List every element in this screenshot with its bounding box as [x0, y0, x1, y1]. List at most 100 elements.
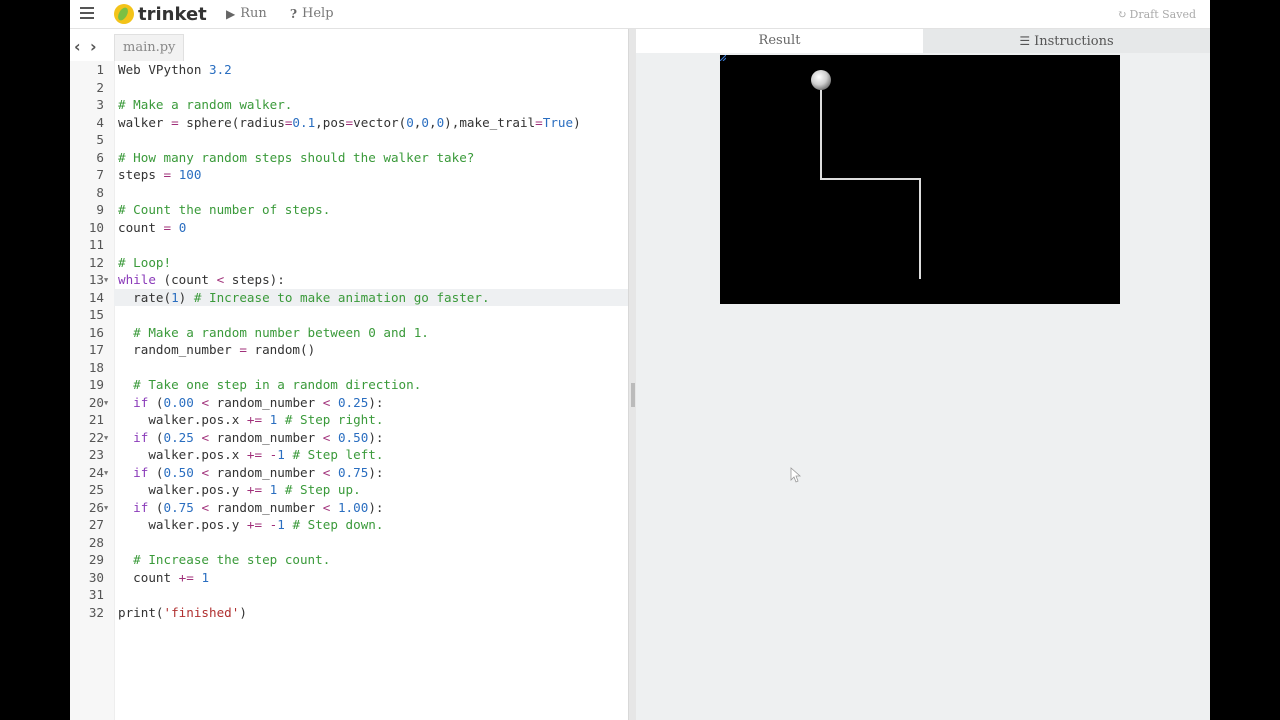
code-line[interactable]: 4 walker = sphere(radius=0.1,pos=vector(0…	[96, 114, 628, 132]
help-button[interactable]: ? Help	[290, 6, 334, 21]
file-tab-main-py[interactable]: main.py	[114, 34, 185, 61]
code-line[interactable]: 12 # Loop!	[89, 254, 628, 272]
code-line[interactable]: 8	[96, 184, 628, 202]
code-token: 0.75	[337, 464, 369, 480]
hamburger-menu-icon[interactable]	[80, 7, 94, 19]
chevron-right-icon[interactable]: ›	[90, 37, 97, 56]
code-text: rate(1) # Increase to make animation go …	[118, 289, 489, 307]
code-line[interactable]: 22 ▼ if (0.25 < random_number < 0.50):	[89, 429, 628, 447]
code-line[interactable]: 25 walker.pos.y += 1 # Step up.	[89, 481, 628, 499]
code-line[interactable]: 5	[96, 131, 628, 149]
code-token: steps	[118, 167, 164, 182]
code-line[interactable]: 16 # Make a random number between 0 and …	[89, 324, 628, 342]
chevron-left-icon[interactable]: ‹	[74, 37, 81, 56]
code-line[interactable]: 13 ▼ while (count < steps):	[89, 271, 628, 289]
code-token: 0	[421, 114, 429, 130]
tab-instructions[interactable]: ☰ Instructions	[923, 29, 1210, 53]
code-token: 0.00	[163, 394, 194, 410]
canvas-resize-handle[interactable]	[720, 55, 726, 61]
code-token: ),make_trail	[444, 114, 536, 130]
code-line[interactable]: 18	[89, 359, 628, 377]
code-line[interactable]: 21 walker.pos.x += 1 # Step right.	[89, 411, 628, 429]
code-line[interactable]: 29 # Increase the step count.	[89, 551, 628, 569]
code-token: <	[201, 464, 210, 480]
code-line[interactable]: 31	[89, 586, 628, 604]
code-line[interactable]: 19 # Take one step in a random direction…	[89, 376, 628, 394]
code-line[interactable]: 6 # How many random steps should the walk…	[96, 149, 628, 167]
code-token: 1	[277, 447, 285, 462]
code-token: )	[239, 604, 247, 620]
code-token: random_number	[118, 342, 240, 357]
line-number: 26	[88, 499, 104, 515]
code-line[interactable]: 9 # Count the number of steps.	[96, 201, 628, 219]
code-token: 0.25	[337, 394, 369, 410]
line-number: 22	[88, 429, 104, 445]
code-token: <	[201, 499, 210, 515]
code-editor[interactable]: 1 Web VPython 3.2 2 3 # Make a random walker…	[89, 61, 628, 720]
code-token: )	[573, 114, 581, 130]
line-number: 17	[88, 342, 104, 357]
code-token: +=	[246, 482, 263, 497]
trinket-logo[interactable]: trinket	[114, 4, 207, 25]
code-text: count += 1	[118, 569, 209, 587]
save-status: ↻ Draft Saved	[1117, 8, 1196, 21]
line-number: 3	[96, 97, 104, 112]
code-text: Web VPython 3.2	[118, 61, 232, 79]
code-token: random()	[246, 342, 316, 357]
code-line[interactable]: 11	[89, 236, 628, 254]
mouse-pointer-icon	[790, 467, 802, 483]
code-line[interactable]: 2	[96, 79, 628, 97]
code-line[interactable]: 24 ▼ if (0.50 < random_number < 0.75):	[89, 464, 628, 482]
code-line[interactable]: 27 walker.pos.y += -1 # Step down.	[89, 516, 628, 534]
code-token: +=	[246, 517, 263, 532]
run-button[interactable]: ▶ Run	[226, 6, 267, 21]
code-token: 1	[201, 569, 210, 585]
code-token: <	[201, 429, 210, 445]
code-line[interactable]: 10 count = 0	[89, 219, 628, 237]
code-token: walker.pos.x	[118, 447, 247, 462]
code-text: # Take one step in a random direction.	[118, 376, 421, 394]
vpython-canvas[interactable]	[720, 55, 1120, 304]
code-line[interactable]: 28	[89, 534, 628, 552]
line-number: 10	[88, 219, 104, 235]
code-line[interactable]: 30 count += 1	[89, 569, 628, 587]
code-token: 0	[178, 219, 187, 235]
code-text: # Increase the step count.	[118, 551, 330, 569]
code-line[interactable]: 3 # Make a random walker.	[96, 96, 628, 114]
code-token: if	[133, 429, 149, 445]
fold-toggle-icon[interactable]: ▼	[104, 465, 108, 483]
line-number: 15	[88, 307, 104, 322]
code-line[interactable]: 14 rate(1) # Increase to make animation …	[89, 288, 628, 307]
splitter-grip[interactable]	[631, 383, 635, 407]
code-line[interactable]: 1 Web VPython 3.2	[96, 61, 628, 79]
code-line[interactable]: 20 ▼ if (0.00 < random_number < 0.25):	[89, 394, 628, 412]
fold-toggle-icon[interactable]: ▼	[104, 500, 108, 518]
fold-toggle-icon[interactable]: ▼	[104, 272, 108, 290]
code-line[interactable]: 32 print('finished')	[89, 604, 628, 622]
walker-sphere	[811, 70, 831, 90]
fold-toggle-icon[interactable]: ▼	[104, 395, 108, 413]
editor-pane: ‹ › main.py 1 Web VPython 3.2 2 3 # Make a r…	[70, 29, 630, 720]
code-token: print(	[118, 604, 164, 620]
code-token: 0.1	[292, 114, 316, 130]
code-line[interactable]: 26 ▼ if (0.75 < random_number < 1.00):	[89, 499, 628, 517]
code-token: random_number	[209, 464, 323, 480]
code-line[interactable]: 17 random_number = random()	[89, 341, 628, 359]
line-number: 24	[88, 464, 104, 480]
code-token: +=	[178, 569, 194, 585]
code-line[interactable]: 7 steps = 100	[96, 166, 628, 184]
code-line[interactable]: 23 walker.pos.x += -1 # Step left.	[89, 446, 628, 464]
code-line[interactable]: 15	[89, 306, 628, 324]
code-token: # Increase the step count.	[133, 552, 331, 567]
fold-toggle-icon[interactable]: ▼	[104, 430, 108, 448]
tab-result[interactable]: Result	[636, 29, 923, 53]
line-number: 13	[88, 272, 104, 287]
code-token: =	[239, 342, 247, 357]
code-token: ):	[368, 394, 384, 410]
